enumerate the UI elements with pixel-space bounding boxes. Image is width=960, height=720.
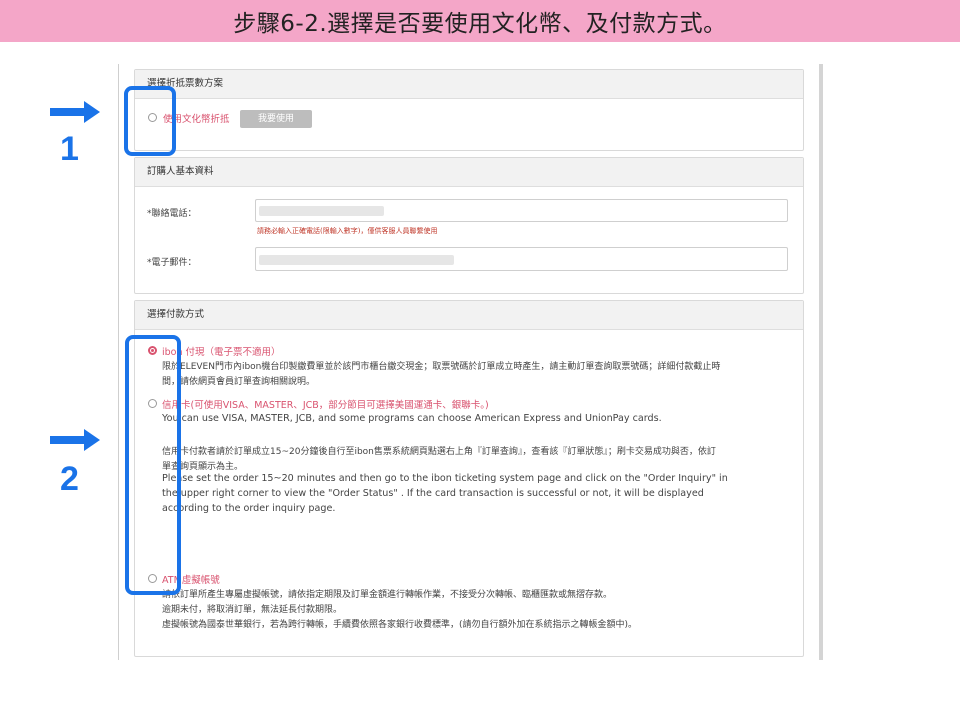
ibon-desc: 限於ELEVEN門市內ibon機台印製繳費單並於該門市櫃台繳交現金；取票號碼於訂… — [162, 362, 721, 372]
step-number-2: 2 — [60, 460, 79, 498]
credit-desc: 信用卡付款者請於訂單成立15~20分鐘後自行至ibon售票系統網頁點選右上角『訂… — [162, 447, 716, 457]
redacted-value — [259, 255, 454, 265]
phone-hint: 請務必輸入正確電話(限輸入數字)，僅供客服人員聯繫使用 — [257, 227, 438, 235]
discount-panel: 選擇折抵票數方案 使用文化幣折抵 我要使用 — [134, 69, 804, 151]
credit-desc: Please set the order 15~20 minutes and t… — [162, 473, 728, 484]
atm-desc: 請依訂單所產生專屬虛擬帳號，請依指定期限及訂單金額進行轉帳作業，不接受分次轉帳、… — [162, 590, 613, 600]
buyer-info-panel: 訂購人基本資料 *聯絡電話： 請務必輸入正確電話(限輸入數字)，僅供客服人員聯繫… — [134, 157, 804, 294]
highlight-box-2 — [125, 335, 181, 595]
scrollbar[interactable] — [819, 64, 823, 660]
credit-desc: according to the order inquiry page. — [162, 503, 336, 514]
highlight-box-1 — [124, 86, 176, 156]
phone-field[interactable] — [255, 199, 788, 222]
step-number-1: 1 — [60, 130, 79, 168]
credit-desc: the upper right corner to view the "Orde… — [162, 488, 704, 499]
use-coin-button[interactable]: 我要使用 — [240, 110, 312, 128]
payment-header: 選擇付款方式 — [135, 301, 803, 330]
banner-title: 步驟6-2.選擇是否要使用文化幣、及付款方式。 — [233, 11, 727, 37]
email-label: *電子郵件： — [147, 258, 197, 268]
ibon-desc: 間，請依網頁會員訂單查詢相關說明。 — [162, 377, 316, 387]
step-banner: 步驟6-2.選擇是否要使用文化幣、及付款方式。 — [0, 0, 960, 42]
arrow-right-icon — [50, 429, 100, 451]
redacted-value — [259, 206, 384, 216]
email-field[interactable] — [255, 247, 788, 271]
discount-header: 選擇折抵票數方案 — [135, 70, 803, 99]
atm-desc: 逾期未付，將取消訂單，無法延長付款期限。 — [162, 605, 343, 615]
arrow-right-icon — [50, 101, 100, 123]
credit-desc: You can use VISA, MASTER, JCB, and some … — [162, 413, 662, 424]
credit-card-label[interactable]: 信用卡(可使用VISA、MASTER、JCB，部分節目可選擇美國運通卡、銀聯卡。… — [162, 397, 489, 411]
atm-desc: 虛擬帳號為國泰世華銀行，若為跨行轉帳，手續費依照各家銀行收費標準，(請勿自行額外… — [162, 620, 638, 630]
buyer-info-header: 訂購人基本資料 — [135, 158, 803, 187]
payment-panel: 選擇付款方式 ibon 付現（電子票不適用） 限於ELEVEN門市內ibon機台… — [134, 300, 804, 657]
phone-label: *聯絡電話： — [147, 209, 197, 219]
